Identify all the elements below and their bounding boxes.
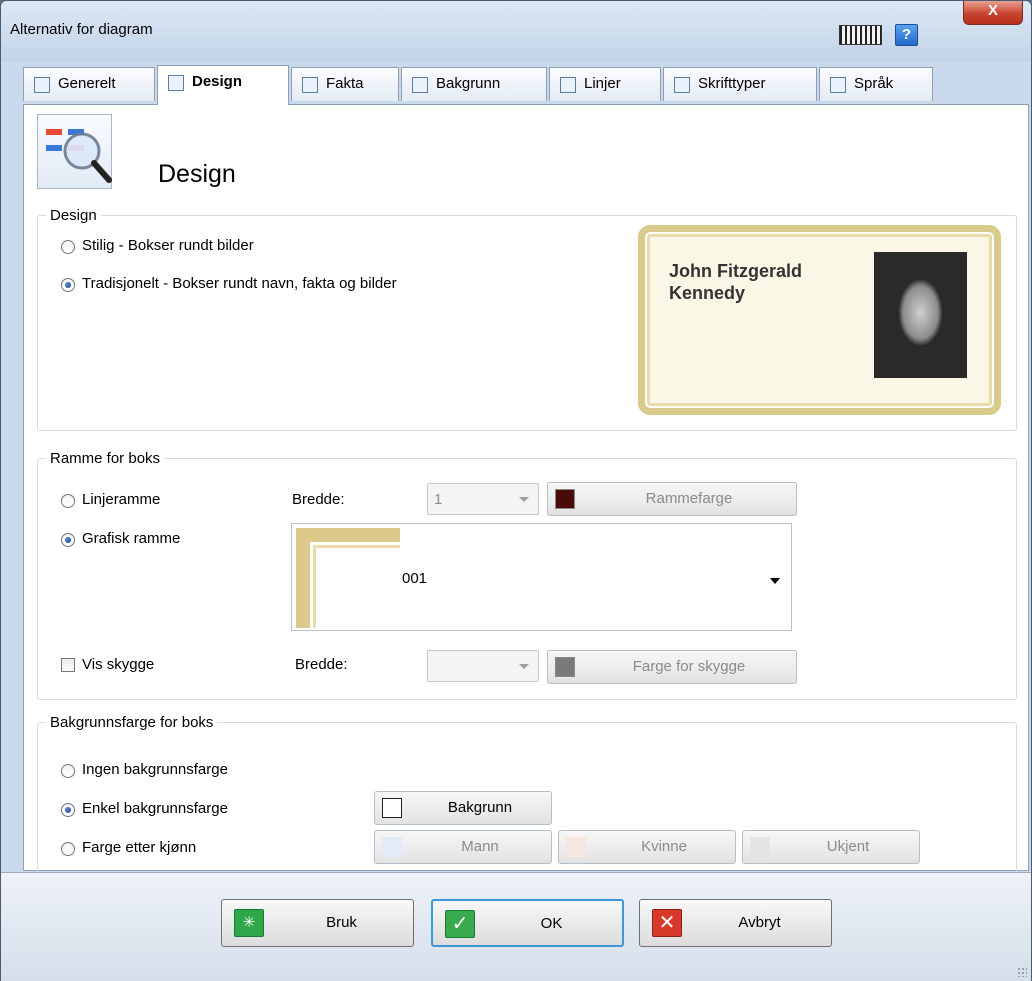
tab-design[interactable]: Design — [157, 65, 289, 105]
line-frame-radio[interactable] — [61, 494, 75, 508]
facts-icon — [302, 77, 318, 93]
cancel-label: Avbryt — [738, 914, 781, 931]
tab-label: Fakta — [326, 75, 364, 92]
frame-sample-image — [296, 528, 400, 628]
tab-label: Generelt — [58, 75, 116, 92]
preview-photo — [874, 252, 967, 378]
frame-group-legend: Ramme for boks — [50, 450, 161, 467]
magnifier-icon — [168, 75, 184, 91]
help-button[interactable]: ? — [895, 24, 918, 46]
tab-label: Skrifttyper — [698, 75, 766, 92]
female-color-label: Kvinne — [641, 838, 687, 855]
frame-width-value: 1 — [434, 491, 443, 508]
apply-label: Bruk — [326, 914, 357, 931]
tab-linjer[interactable]: Linjer — [549, 67, 661, 101]
close-icon: ✕ — [652, 909, 682, 937]
tab-fakta[interactable]: Fakta — [291, 67, 399, 101]
font-icon — [674, 77, 690, 93]
ok-label: OK — [540, 915, 563, 932]
design-stilig-label: Stilig - Bokser rundt bilder — [82, 237, 254, 254]
design-group-legend: Design — [50, 207, 97, 224]
graphic-frame-value: 001 — [402, 570, 428, 587]
female-color-swatch — [566, 837, 586, 857]
chevron-down-icon — [519, 497, 529, 502]
preview-name: John Fitzgerald Kennedy — [669, 260, 802, 304]
gear-icon — [34, 77, 50, 93]
checkmark-icon: ✓ — [445, 910, 475, 938]
close-button[interactable]: X — [963, 1, 1023, 25]
tab-strip: Generelt Design Fakta Bakgrunn Linjer Sk… — [23, 65, 1028, 105]
bg-color-button[interactable]: Bakgrunn — [374, 791, 552, 825]
tab-label: Språk — [854, 75, 894, 92]
tab-generelt[interactable]: Generelt — [23, 67, 155, 101]
unknown-color-swatch — [750, 837, 770, 857]
language-icon — [830, 77, 846, 93]
line-frame-label: Linjeramme — [82, 491, 161, 508]
tab-label: Linjer — [584, 75, 621, 92]
box-preview: John Fitzgerald Kennedy — [638, 225, 1001, 415]
unknown-color-button[interactable]: Ukjent — [742, 830, 920, 864]
gender-bg-radio[interactable] — [61, 842, 75, 856]
male-color-label: Mann — [461, 838, 499, 855]
no-bg-label: Ingen bakgrunnsfarge — [82, 761, 228, 778]
tab-label: Bakgrunn — [436, 75, 501, 92]
tab-bakgrunn[interactable]: Bakgrunn — [401, 67, 547, 101]
tab-skrifttyper[interactable]: Skrifttyper — [663, 67, 817, 101]
ok-button[interactable]: ✓ OK — [431, 899, 624, 947]
window-title: Alternativ for diagram — [10, 21, 153, 38]
graphic-frame-label: Grafisk ramme — [82, 530, 181, 547]
frame-color-swatch — [555, 489, 575, 509]
shadow-color-swatch — [555, 657, 575, 677]
shadow-color-label: Farge for skygge — [632, 658, 746, 675]
shadow-color-button[interactable]: Farge for skygge — [547, 650, 797, 684]
chevron-down-icon — [519, 664, 529, 669]
design-magnifier-icon — [37, 114, 112, 189]
cancel-button[interactable]: ✕ Avbryt — [639, 899, 832, 947]
design-tradisjonelt-radio[interactable] — [61, 278, 75, 292]
design-stilig-radio[interactable] — [61, 240, 75, 254]
tab-label: Design — [192, 73, 243, 90]
no-bg-radio[interactable] — [61, 764, 75, 778]
frame-color-button[interactable]: Rammefarge — [547, 482, 797, 516]
gender-bg-label: Farge etter kjønn — [82, 839, 197, 856]
apply-icon: ✳ — [234, 909, 264, 937]
graphic-frame-select[interactable]: 001 — [291, 523, 792, 631]
graphic-frame-radio[interactable] — [61, 533, 75, 547]
show-shadow-checkbox[interactable] — [61, 658, 75, 672]
simple-bg-label: Enkel bakgrunnsfarge — [82, 800, 228, 817]
female-color-button[interactable]: Kvinne — [558, 830, 736, 864]
design-panel: Design Design Stilig - Bokser rundt bild… — [23, 104, 1029, 874]
apply-button[interactable]: ✳ Bruk — [221, 899, 414, 947]
options-dialog: Alternativ for diagram ? X Generelt Desi… — [0, 0, 1032, 981]
shadow-width-label: Bredde: — [295, 656, 348, 673]
unknown-color-label: Ukjent — [826, 838, 870, 855]
page-title: Design — [158, 160, 236, 188]
frame-width-label: Bredde: — [292, 491, 345, 508]
title-bar: Alternativ for diagram ? X — [1, 1, 1031, 61]
design-tradisjonelt-label: Tradisjonelt - Bokser rundt navn, fakta … — [82, 275, 397, 292]
frame-width-select[interactable]: 1 — [427, 483, 539, 515]
resize-grip[interactable] — [1017, 967, 1027, 977]
dialog-footer: ✳ Bruk ✓ OK ✕ Avbryt — [1, 872, 1031, 981]
male-color-swatch — [382, 837, 402, 857]
frame-color-label: Rammefarge — [645, 490, 733, 507]
lines-icon — [560, 77, 576, 93]
bg-color-swatch — [382, 798, 402, 818]
bg-color-label: Bakgrunn — [447, 799, 513, 816]
preview-name-line2: Kennedy — [669, 283, 746, 303]
keyboard-icon[interactable] — [839, 25, 882, 45]
background-group-legend: Bakgrunnsfarge for boks — [50, 714, 214, 731]
chevron-down-icon — [770, 578, 780, 584]
shadow-width-select[interactable] — [427, 650, 539, 682]
simple-bg-radio[interactable] — [61, 803, 75, 817]
male-color-button[interactable]: Mann — [374, 830, 552, 864]
preview-name-line1: John Fitzgerald — [669, 261, 803, 281]
background-icon — [412, 77, 428, 93]
show-shadow-label: Vis skygge — [82, 656, 155, 673]
tab-sprak[interactable]: Språk — [819, 67, 933, 101]
